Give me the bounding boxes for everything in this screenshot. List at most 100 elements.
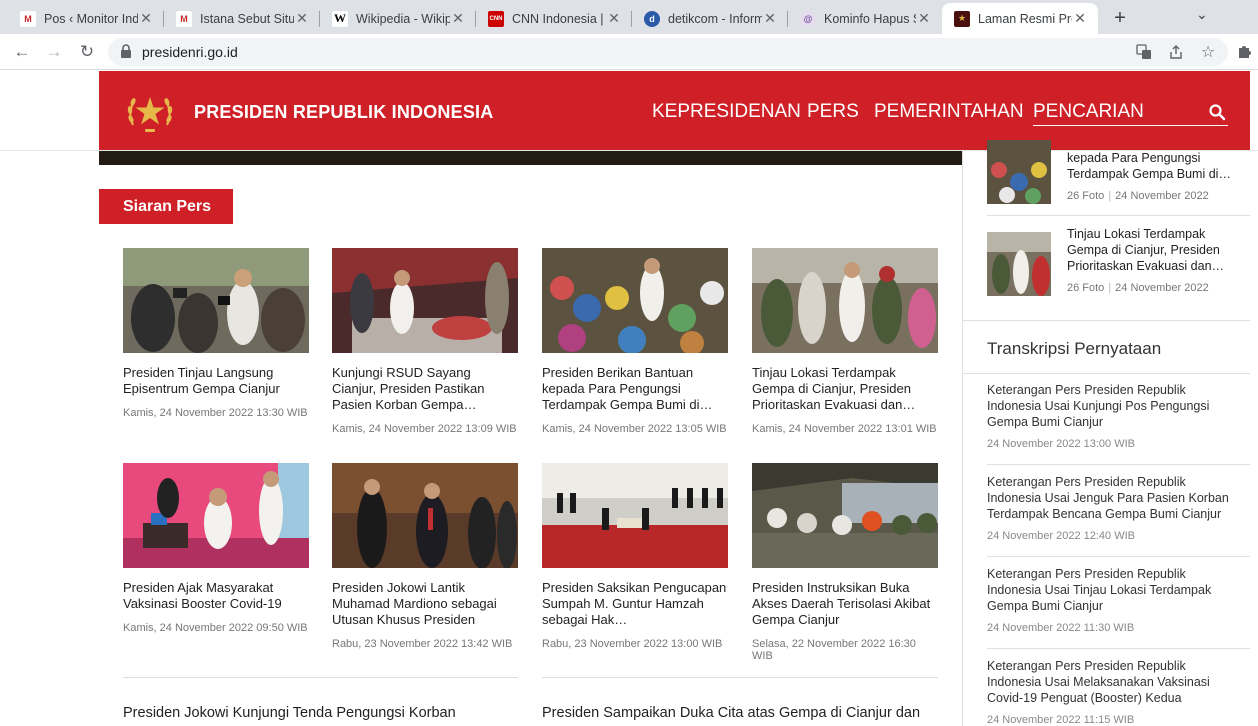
gallery-photo-aid-distribution[interactable] (987, 140, 1051, 204)
close-icon[interactable]: ✕ (762, 10, 778, 27)
transcript-item[interactable]: Keterangan Pers Presiden Republik Indone… (987, 382, 1232, 450)
extensions-puzzle-icon[interactable] (1236, 43, 1252, 63)
press-card[interactable]: Tinjau Lokasi Terdampak Gempa di Cianjur… (752, 248, 938, 435)
press-photo-tent-meeting[interactable] (752, 463, 938, 568)
url-text[interactable]: presidenri.go.id (142, 44, 238, 60)
press-photo-aid-distribution[interactable] (542, 248, 728, 353)
browser-tab-3[interactable]: W Wikipedia - Wikip ✕ (320, 3, 476, 34)
press-card-title[interactable]: Presiden Jokowi Lantik Muhamad Mardiono … (332, 580, 518, 628)
press-card-date: Kamis, 24 November 2022 13:09 WIB (332, 423, 517, 435)
press-card[interactable]: Presiden Saksikan Pengucapan Sumpah M. G… (542, 463, 728, 650)
press-photo-crowd-journalists[interactable] (123, 248, 309, 353)
section-title-siaran-pers[interactable]: Siaran Pers (99, 189, 233, 224)
press-card[interactable]: Kunjungi RSUD Sayang Cianjur, Presiden P… (332, 248, 518, 435)
nav-pers[interactable]: PERS (807, 101, 859, 123)
press-photo-hospital-visit[interactable] (332, 248, 518, 353)
transcript-title[interactable]: Keterangan Pers Presiden Republik Indone… (987, 382, 1232, 430)
close-icon[interactable]: ✕ (138, 10, 154, 27)
press-card-title[interactable]: Presiden Tinjau Langsung Episentrum Gemp… (123, 365, 309, 397)
search-icon[interactable] (1208, 103, 1226, 121)
site-header: PRESIDEN REPUBLIK INDONESIA KEPRESIDENAN… (99, 71, 1250, 150)
wikipedia-w-icon: W (332, 10, 348, 27)
press-card-date: Kamis, 24 November 2022 13:05 WIB (542, 423, 727, 435)
press-card-date: Rabu, 23 November 2022 13:42 WIB (332, 638, 513, 650)
gallery-title[interactable]: kepada Para Pengungsi Terdampak Gempa Bu… (1067, 150, 1237, 182)
share-icon[interactable] (1166, 42, 1186, 62)
nav-kepresidenan[interactable]: KEPRESIDENAN (652, 101, 801, 123)
detik-icon: d (644, 10, 660, 27)
transcript-date: 24 November 2022 12:40 WIB (987, 530, 1135, 542)
browser-tab-6[interactable]: @ Kominfo Hapus S ✕ (788, 3, 942, 34)
close-icon[interactable]: ✕ (294, 10, 310, 27)
new-tab-plus-icon[interactable]: + (1110, 7, 1130, 30)
site-header-band: PRESIDEN REPUBLIK INDONESIA KEPRESIDENAN… (0, 70, 1258, 151)
gallery-meta: 26 Foto | 24 November 2022 (1067, 190, 1209, 202)
press-card-title[interactable]: Presiden Ajak Masyarakat Vaksinasi Boost… (123, 580, 309, 612)
divider (963, 373, 1250, 374)
site-name[interactable]: PRESIDEN REPUBLIK INDONESIA (194, 102, 493, 123)
forward-arrow-icon[interactable]: → (42, 40, 66, 64)
transcript-item[interactable]: Keterangan Pers Presiden Republik Indone… (987, 474, 1232, 542)
browser-tab-7-active[interactable]: ★ Laman Resmi Pre ✕ (942, 3, 1098, 34)
tab-search-chevron-down-icon[interactable]: ⌄ (1196, 6, 1208, 23)
transcript-item[interactable]: Keterangan Pers Presiden Republik Indone… (987, 658, 1232, 726)
press-card[interactable]: Presiden Instruksikan Buka Akses Daerah … (752, 463, 938, 662)
press-card-title[interactable]: Presiden Berikan Bantuan kepada Para Pen… (542, 365, 728, 413)
translate-icon[interactable] (1134, 42, 1154, 62)
press-photo-site-inspection[interactable] (752, 248, 938, 353)
divider (987, 648, 1250, 649)
browser-toolbar: ← → ↻ presidenri.go.id ☆ (0, 34, 1258, 70)
bookmark-star-icon[interactable]: ☆ (1198, 42, 1218, 62)
kominfo-icon: @ (800, 10, 816, 27)
close-icon[interactable]: ✕ (450, 10, 466, 27)
news-title[interactable]: Presiden Sampaikan Duka Cita atas Gempa … (542, 705, 920, 721)
divider (987, 464, 1250, 465)
browser-tab-4[interactable]: CNN CNN Indonesia | ✕ (476, 3, 632, 34)
gallery-item[interactable]: kepada Para Pengungsi Terdampak Gempa Bu… (987, 140, 1237, 204)
close-icon[interactable]: ✕ (916, 10, 932, 27)
press-photo-booster-vaccination[interactable] (123, 463, 309, 568)
close-icon[interactable]: ✕ (1072, 10, 1088, 27)
address-bar[interactable]: presidenri.go.id ☆ (108, 38, 1228, 66)
transcript-item[interactable]: Keterangan Pers Presiden Republik Indone… (987, 566, 1232, 634)
site-search-box[interactable]: PENCARIAN (1033, 97, 1228, 126)
divider (542, 677, 938, 678)
tab-title: CNN Indonesia | (512, 11, 604, 26)
transcript-title[interactable]: Keterangan Pers Presiden Republik Indone… (987, 658, 1232, 706)
search-label[interactable]: PENCARIAN (1033, 101, 1144, 123)
press-card-title[interactable]: Presiden Instruksikan Buka Akses Daerah … (752, 580, 938, 628)
transcript-date: 24 November 2022 13:00 WIB (987, 438, 1135, 450)
monitor-m-icon: M (176, 10, 192, 27)
presidential-emblem-star-icon[interactable] (123, 85, 177, 139)
tab-title: Kominfo Hapus S (824, 11, 916, 26)
press-card-date: Rabu, 23 November 2022 13:00 WIB (542, 638, 723, 650)
transcripts-heading: Transkripsi Pernyataan (987, 339, 1162, 358)
transcript-title[interactable]: Keterangan Pers Presiden Republik Indone… (987, 474, 1232, 522)
press-card[interactable]: Presiden Ajak Masyarakat Vaksinasi Boost… (123, 463, 309, 634)
gallery-meta: 26 Foto | 24 November 2022 (1067, 282, 1209, 294)
browser-tab-5[interactable]: d detikcom - Inform ✕ (632, 3, 788, 34)
browser-tab-1[interactable]: M Pos ‹ Monitor Ind ✕ (8, 3, 164, 34)
press-card[interactable]: Presiden Berikan Bantuan kepada Para Pen… (542, 248, 728, 435)
transcript-date: 24 November 2022 11:30 WIB (987, 622, 1135, 634)
close-icon[interactable]: ✕ (606, 10, 622, 27)
divider (963, 320, 1250, 321)
nav-pemerintahan[interactable]: PEMERINTAHAN (874, 101, 1024, 123)
press-card-title[interactable]: Tinjau Lokasi Terdampak Gempa di Cianjur… (752, 365, 938, 413)
press-photo-oath-ceremony[interactable] (542, 463, 728, 568)
press-card-title[interactable]: Kunjungi RSUD Sayang Cianjur, Presiden P… (332, 365, 518, 413)
press-card[interactable]: Presiden Jokowi Lantik Muhamad Mardiono … (332, 463, 518, 650)
press-card[interactable]: Presiden Tinjau Langsung Episentrum Gemp… (123, 248, 309, 419)
browser-tab-2[interactable]: M Istana Sebut Situs ✕ (164, 3, 320, 34)
news-title[interactable]: Presiden Jokowi Kunjungi Tenda Pengungsi… (123, 705, 456, 721)
gallery-title[interactable]: Tinjau Lokasi Terdampak Gempa di Cianjur… (1067, 226, 1237, 274)
press-card-title[interactable]: Presiden Saksikan Pengucapan Sumpah M. G… (542, 580, 728, 628)
reload-icon[interactable]: ↻ (75, 40, 99, 64)
cnn-icon: CNN (488, 10, 504, 27)
transcript-title[interactable]: Keterangan Pers Presiden Republik Indone… (987, 566, 1232, 614)
gallery-item[interactable]: Tinjau Lokasi Terdampak Gempa di Cianjur… (987, 227, 1237, 296)
gallery-photo-site-inspection[interactable] (987, 232, 1051, 296)
press-photo-inauguration[interactable] (332, 463, 518, 568)
lock-icon[interactable] (120, 44, 132, 58)
back-arrow-icon[interactable]: ← (10, 40, 34, 64)
